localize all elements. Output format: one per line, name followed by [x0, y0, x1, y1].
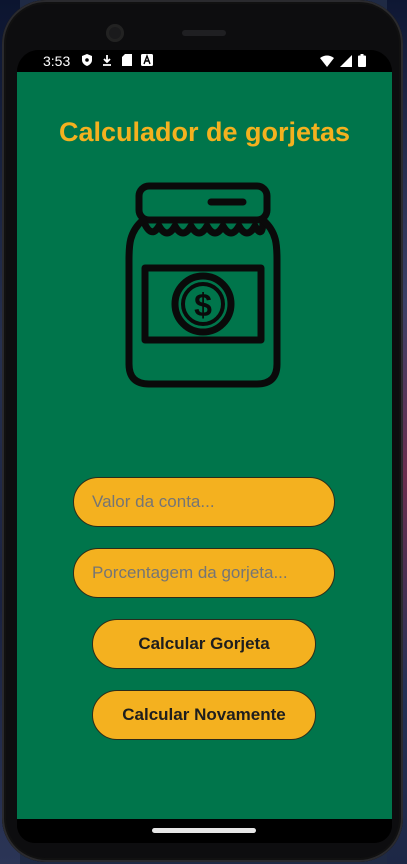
- status-bar: 3:53: [17, 50, 392, 72]
- front-camera: [106, 24, 124, 42]
- svg-text:$: $: [194, 287, 212, 323]
- bill-amount-input[interactable]: [73, 477, 335, 527]
- app-screen: Calculador de gorjetas $ Calcular Gorjet…: [17, 72, 392, 819]
- shield-icon: [82, 54, 92, 66]
- home-gesture-bar[interactable]: [152, 828, 256, 833]
- wifi-icon: [320, 55, 334, 67]
- tip-percentage-input[interactable]: [73, 548, 335, 598]
- page-title: Calculador de gorjetas: [58, 117, 351, 147]
- screen: 3:53 Calculador de gorjetas $ Valor da c…: [17, 50, 392, 843]
- phone-frame: 3:53 Calculador de gorjetas $ Valor da c…: [2, 0, 403, 862]
- calculate-again-button[interactable]: Calcular Novamente: [92, 690, 316, 740]
- status-time: 3:53: [43, 53, 71, 69]
- earpiece-speaker: [182, 30, 226, 36]
- system-icons: [320, 54, 366, 67]
- battery-icon: [358, 54, 366, 67]
- notification-icons: [81, 54, 153, 66]
- calculate-tip-button[interactable]: Calcular Gorjeta: [92, 619, 316, 669]
- download-icon: [103, 55, 111, 66]
- tip-jar-icon: $: [125, 182, 281, 388]
- signal-icon: [340, 54, 352, 67]
- sd-card-icon: [122, 54, 132, 66]
- a-icon: [141, 54, 153, 66]
